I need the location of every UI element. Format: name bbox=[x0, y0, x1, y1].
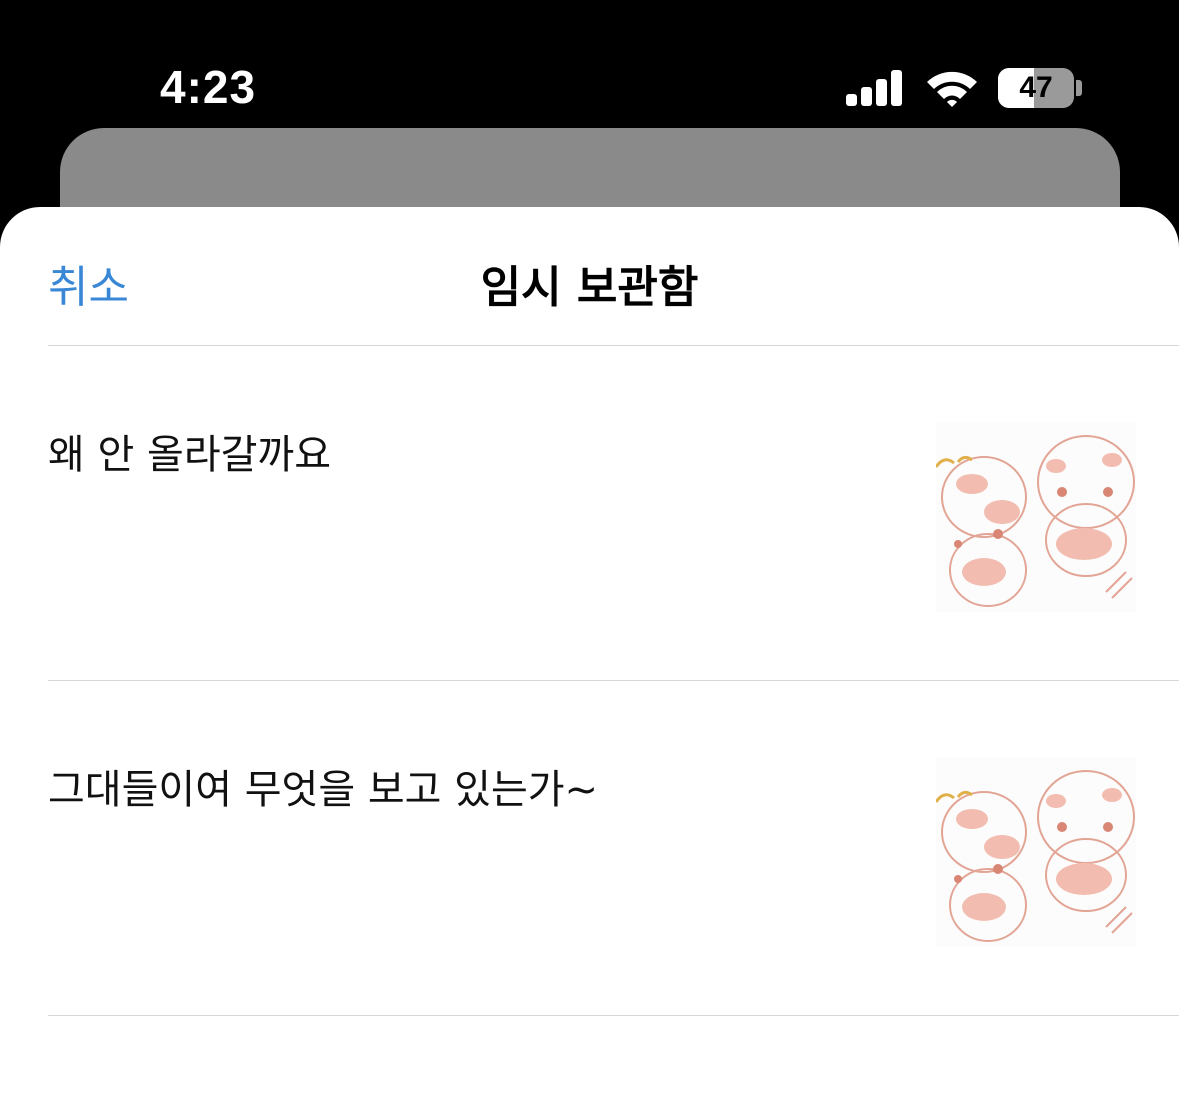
draft-text: 왜 안 올라갈까요 bbox=[48, 432, 332, 478]
draft-thumbnail bbox=[936, 422, 1136, 612]
draft-text: 그대들이여 무엇을 보고 있는가~ bbox=[48, 767, 599, 813]
draft-item[interactable]: 왜 안 올라갈까요 bbox=[0, 346, 1179, 680]
battery-percent: 47 bbox=[1019, 71, 1053, 104]
battery-cap bbox=[1076, 80, 1082, 96]
sheet-title: 임시 보관함 bbox=[480, 262, 699, 313]
status-time: 4:23 bbox=[160, 61, 257, 113]
row-divider bbox=[48, 1015, 1179, 1016]
wifi-icon bbox=[927, 71, 977, 107]
draft-thumbnail bbox=[936, 757, 1136, 947]
battery-icon: 47 bbox=[998, 68, 1074, 108]
sheet-header: 취소 임시 보관함 bbox=[0, 207, 1179, 345]
drafts-sheet: 취소 임시 보관함 왜 안 올라갈까요 그대들이여 무엇을 보고 있는가~ bbox=[0, 207, 1179, 1107]
cellular-signal-icon bbox=[846, 70, 904, 106]
draft-item[interactable]: 그대들이여 무엇을 보고 있는가~ bbox=[0, 681, 1179, 1015]
status-bar: 4:23 47 bbox=[0, 0, 1179, 128]
